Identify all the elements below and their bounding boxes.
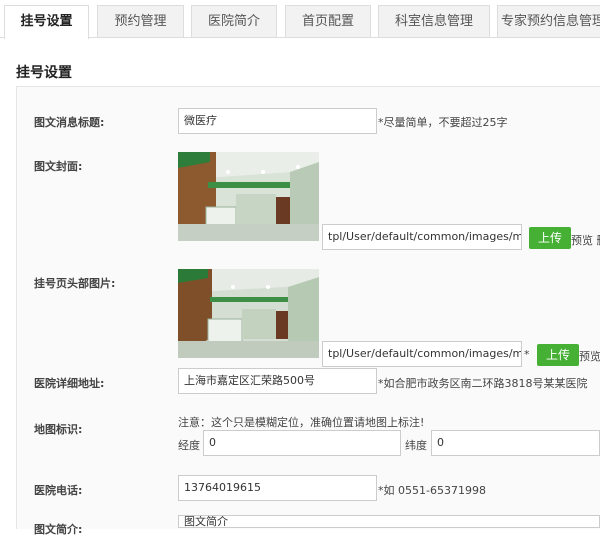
header-image: [178, 269, 319, 358]
intro-label: 图文简介:: [34, 523, 83, 536]
map-label: 地图标识:: [34, 423, 83, 436]
tab-expert-appointment[interactable]: 专家预约信息管理: [497, 5, 600, 37]
required-star: *: [524, 348, 530, 361]
tab-registration-settings[interactable]: 挂号设置: [4, 5, 89, 39]
cover-upload-button[interactable]: 上传: [529, 227, 572, 249]
tab-home-config[interactable]: 首页配置: [285, 5, 371, 37]
tab-appointment-management[interactable]: 预约管理: [97, 5, 184, 37]
longitude-label: 经度: [178, 439, 200, 452]
cover-image: [178, 152, 319, 241]
header-upload-button[interactable]: 上传: [537, 344, 580, 366]
phone-label: 医院电话:: [34, 484, 83, 497]
tab-bar: 挂号设置 预约管理 医院简介 首页配置 科室信息管理 专家预约信息管理: [0, 0, 600, 39]
tab-department-info[interactable]: 科室信息管理: [378, 5, 490, 37]
header-preview-link[interactable]: 预览: [579, 348, 600, 364]
cover-label: 图文封面:: [34, 160, 83, 173]
title-hint: *尽量简单，不要超过25字: [378, 116, 508, 129]
phone-input[interactable]: 13764019615: [178, 475, 377, 501]
title-input[interactable]: 微医疗: [178, 108, 377, 134]
address-label: 医院详细地址:: [34, 377, 105, 390]
page-title: 挂号设置: [16, 65, 72, 81]
longitude-input[interactable]: 0: [203, 430, 401, 456]
hospital-lobby-image: [178, 152, 319, 241]
header-path-input[interactable]: tpl/User/default/common/images/m: [322, 341, 522, 367]
cover-path-input[interactable]: tpl/User/default/common/images/m: [322, 224, 522, 250]
intro-input[interactable]: 图文简介: [178, 515, 600, 528]
latitude-label: 纬度: [405, 439, 427, 452]
cover-preview-link[interactable]: 预览 删除: [571, 232, 600, 248]
map-note: 注意：这个只是模糊定位，准确位置请地图上标注!: [178, 416, 425, 429]
hospital-corridor-image: [178, 269, 319, 358]
phone-hint: *如 0551-65371998: [378, 484, 486, 497]
address-hint: *如合肥市政务区南二环路3818号某某医院: [378, 377, 588, 390]
header-image-label: 挂号页头部图片:: [34, 277, 116, 290]
title-label: 图文消息标题:: [34, 116, 105, 129]
tab-hospital-intro[interactable]: 医院简介: [191, 5, 277, 37]
address-input[interactable]: 上海市嘉定区汇荣路500号: [178, 368, 377, 394]
latitude-input[interactable]: 0: [431, 430, 600, 456]
